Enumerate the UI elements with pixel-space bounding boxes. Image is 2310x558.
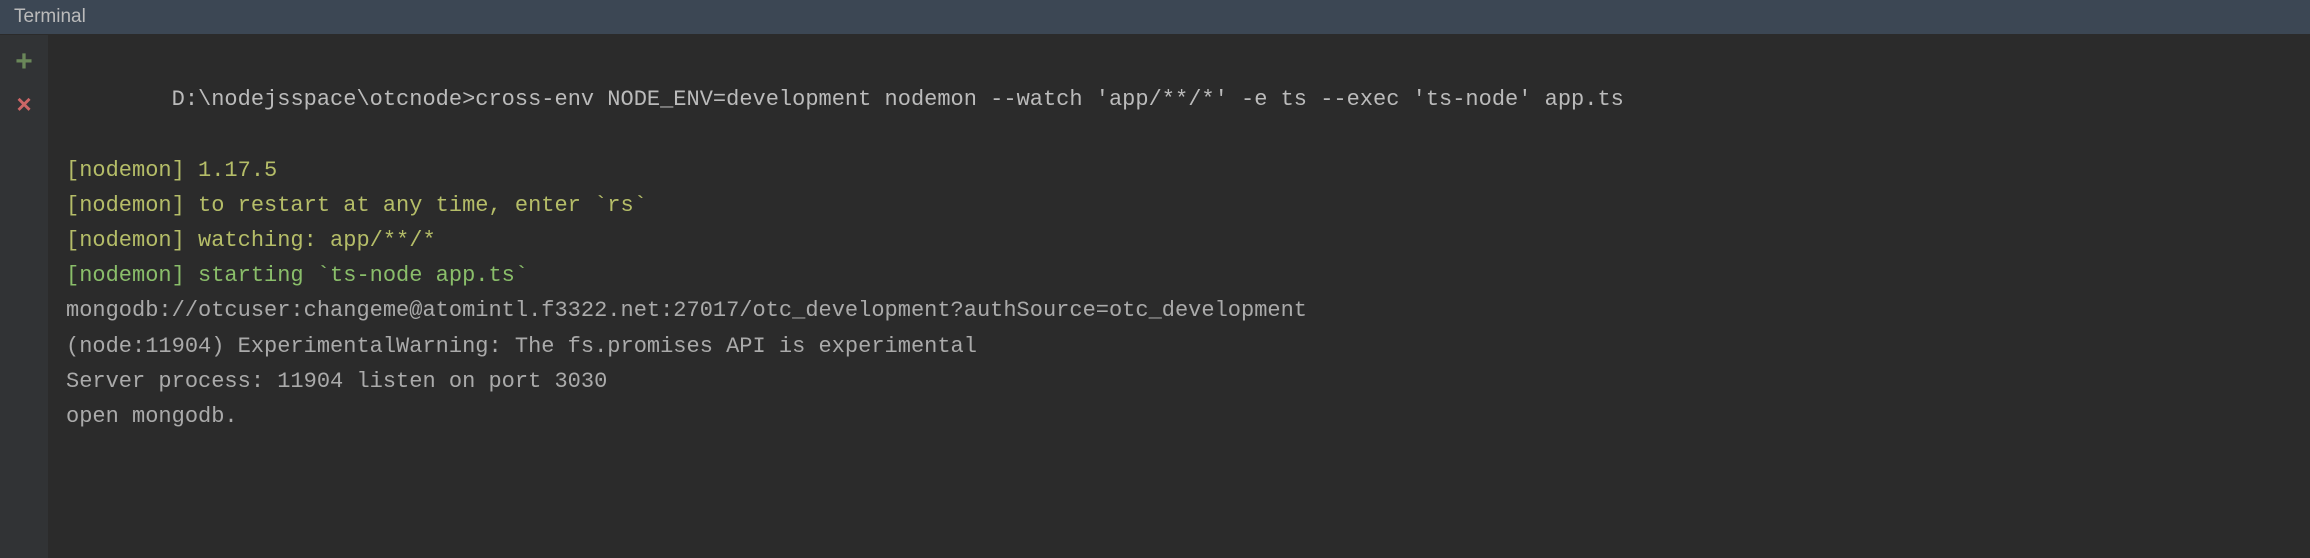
- terminal-line: D:\nodejsspace\otcnode>cross-env NODE_EN…: [66, 47, 2292, 153]
- terminal-header: Terminal: [0, 0, 2310, 35]
- terminal-line: (node:11904) ExperimentalWarning: The fs…: [66, 329, 2292, 364]
- add-terminal-icon[interactable]: +: [15, 49, 33, 79]
- terminal-line: [nodemon] starting `ts-node app.ts`: [66, 258, 2292, 293]
- terminal-body: + × D:\nodejsspace\otcnode>cross-env NOD…: [0, 35, 2310, 558]
- terminal-line: [nodemon] to restart at any time, enter …: [66, 188, 2292, 223]
- terminal-line: open mongodb.: [66, 399, 2292, 434]
- terminal-container: Terminal + × D:\nodejsspace\otcnode>cros…: [0, 0, 2310, 558]
- terminal-content[interactable]: D:\nodejsspace\otcnode>cross-env NODE_EN…: [48, 35, 2310, 558]
- close-terminal-icon[interactable]: ×: [16, 93, 32, 119]
- terminal-line: [nodemon] 1.17.5: [66, 153, 2292, 188]
- terminal-line: Server process: 11904 listen on port 303…: [66, 364, 2292, 399]
- terminal-title: Terminal: [14, 6, 86, 27]
- terminal-gutter: + ×: [0, 35, 48, 558]
- terminal-line: mongodb://otcuser:changeme@atomintl.f332…: [66, 293, 2292, 328]
- command-prompt: D:\nodejsspace\otcnode>cross-env NODE_EN…: [172, 87, 1624, 112]
- terminal-line: [nodemon] watching: app/**/*: [66, 223, 2292, 258]
